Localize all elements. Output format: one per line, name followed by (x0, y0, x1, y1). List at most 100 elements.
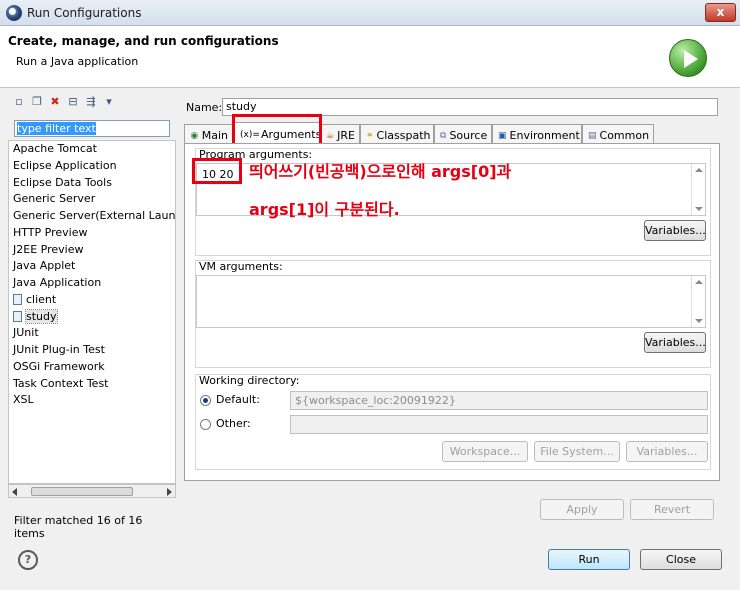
tab-jre-label: JRE (337, 129, 355, 142)
tree-item[interactable]: Eclipse Data Tools (9, 175, 175, 192)
scroll-up-icon[interactable] (695, 168, 703, 172)
file-system-button[interactable]: File System... (534, 441, 620, 462)
tab-jre[interactable]: ☕ JRE (320, 124, 360, 144)
vm-arguments-scrollbar[interactable] (691, 276, 705, 327)
source-tab-icon: ⧉ (440, 130, 447, 141)
tree-item-label: client (26, 292, 57, 306)
tree-item-label: Java Applet (13, 259, 76, 273)
vm-variables-button[interactable]: Variables... (644, 332, 706, 353)
working-directory-label: Working directory: (199, 374, 300, 387)
working-directory-group: Working directory: Default: ${workspace_… (195, 374, 711, 470)
tab-classpath-label: Classpath (376, 129, 431, 142)
vm-arguments-label: VM arguments: (199, 260, 283, 273)
tree-item-label: OSGi Framework (13, 359, 105, 373)
tree-item[interactable]: Task Context Test (9, 376, 175, 393)
help-icon[interactable]: ? (18, 550, 38, 570)
scroll-down-icon[interactable] (695, 207, 703, 211)
title-bar: Run Configurations x (0, 0, 740, 26)
tab-classpath[interactable]: ⚭ Classpath (360, 124, 434, 144)
scroll-thumb[interactable] (31, 487, 133, 496)
apply-button[interactable]: Apply (540, 499, 624, 520)
configuration-editor: Name: study ◉ Main (x)= Arguments ☕ JRE … (182, 92, 730, 532)
delete-config-icon[interactable]: ✖ (48, 95, 62, 109)
working-dir-variables-button[interactable]: Variables... (626, 441, 708, 462)
header-title: Create, manage, and run configurations (8, 34, 279, 48)
tree-item[interactable]: XSL (9, 392, 175, 409)
other-label: Other: (216, 417, 251, 430)
main-tab-icon: ◉ (190, 130, 199, 141)
tab-source[interactable]: ⧉ Source (434, 124, 492, 144)
tree-item[interactable]: HTTP Preview (9, 225, 175, 242)
default-radio[interactable] (200, 395, 211, 406)
filter-input[interactable]: type filter text (14, 120, 170, 137)
default-directory-field: ${workspace_loc:20091922} (290, 391, 708, 410)
revert-button[interactable]: Revert (630, 499, 714, 520)
tree-item-label: Generic Server(External Launch) (13, 209, 176, 222)
jre-tab-icon: ☕ (326, 130, 335, 141)
scroll-down-icon[interactable] (695, 319, 703, 323)
other-radio[interactable] (200, 419, 211, 430)
tree-item[interactable]: Eclipse Application (9, 158, 175, 175)
other-directory-field (290, 415, 708, 434)
duplicate-config-icon[interactable]: ❐ (30, 95, 44, 109)
tree-item-label: Generic Server (13, 192, 96, 206)
tree-horizontal-scrollbar[interactable] (8, 484, 176, 498)
tab-main[interactable]: ◉ Main (184, 124, 234, 144)
program-variables-button[interactable]: Variables... (644, 220, 706, 241)
header-subtitle: Run a Java application (16, 55, 139, 68)
config-toolbar: ▫ ❐ ✖ ⊟ ⇶ ▾ (12, 95, 116, 113)
annotation-line-1: 띄어쓰기(빈공백)으로인해 args[0]과 (249, 162, 512, 181)
classpath-tab-icon: ⚭ (366, 130, 374, 141)
arguments-tab-panel: Program arguments: 10 20 Variables... VM… (184, 143, 720, 481)
vm-arguments-input[interactable] (196, 275, 706, 328)
tree-item-label: Task Context Test (13, 376, 109, 390)
tree-item[interactable]: Generic Server (9, 191, 175, 208)
environment-tab-icon: ▣ (498, 130, 507, 141)
tab-common[interactable]: ▤ Common (582, 124, 654, 144)
tree-item[interactable]: OSGi Framework (9, 359, 175, 376)
eclipse-icon (6, 5, 22, 21)
program-arguments-scrollbar[interactable] (691, 164, 705, 215)
tree-item-label: XSL (13, 393, 34, 407)
tree-item[interactable]: client (9, 292, 175, 309)
tree-item[interactable]: JUnit (9, 325, 175, 342)
tree-item-label: JUnit (13, 326, 39, 340)
tree-item[interactable]: Java Application (9, 275, 175, 292)
tree-item[interactable]: Apache Tomcat (9, 141, 175, 158)
tree-item-label: Java Application (13, 276, 102, 289)
run-button[interactable]: Run (548, 549, 630, 570)
collapse-all-icon[interactable]: ⊟ (66, 95, 80, 109)
tree-item[interactable]: study (9, 308, 175, 326)
tab-environment[interactable]: ▣ Environment (492, 124, 582, 144)
window-close-button[interactable]: x (705, 3, 736, 22)
close-button[interactable]: Close (640, 549, 722, 570)
run-logo-icon (669, 39, 707, 77)
filter-status: Filter matched 16 of 16 items (14, 514, 143, 540)
default-label: Default: (216, 393, 260, 406)
filter-placeholder: type filter text (17, 122, 96, 135)
vm-arguments-group: VM arguments: Variables... (195, 260, 711, 368)
tree-item[interactable]: Generic Server(External Launch) (9, 208, 175, 225)
tab-environment-label: Environment (509, 129, 580, 142)
dialog-footer: ? Run Close (0, 538, 740, 590)
new-config-icon[interactable]: ▫ (12, 95, 26, 109)
workspace-button[interactable]: Workspace... (442, 441, 528, 462)
tab-source-label: Source (449, 129, 488, 142)
configuration-tree[interactable]: Apache Tomcat Eclipse Application Eclipse … (8, 140, 176, 484)
tab-main-label: Main (201, 129, 228, 142)
tree-item[interactable]: J2EE Preview (9, 242, 175, 259)
filter-config-icon[interactable]: ⇶ (84, 95, 98, 109)
scroll-up-icon[interactable] (695, 280, 703, 284)
tree-item-label: Apache Tomcat (13, 142, 97, 155)
tree-item[interactable]: Java Applet (9, 258, 175, 275)
common-tab-icon: ▤ (588, 130, 597, 141)
name-label: Name: (186, 101, 223, 114)
tree-item-label: JUnit Plug-in Test (13, 343, 105, 356)
tree-item[interactable]: JUnit Plug-in Test (9, 342, 175, 359)
window-title: Run Configurations (27, 6, 142, 20)
tree-item-label: study (25, 308, 58, 324)
view-menu-chevron-down-icon[interactable]: ▾ (102, 95, 116, 109)
tree-item-label: Eclipse Data Tools (13, 175, 112, 189)
scroll-right-icon[interactable] (167, 488, 172, 496)
scroll-left-icon[interactable] (12, 488, 17, 496)
